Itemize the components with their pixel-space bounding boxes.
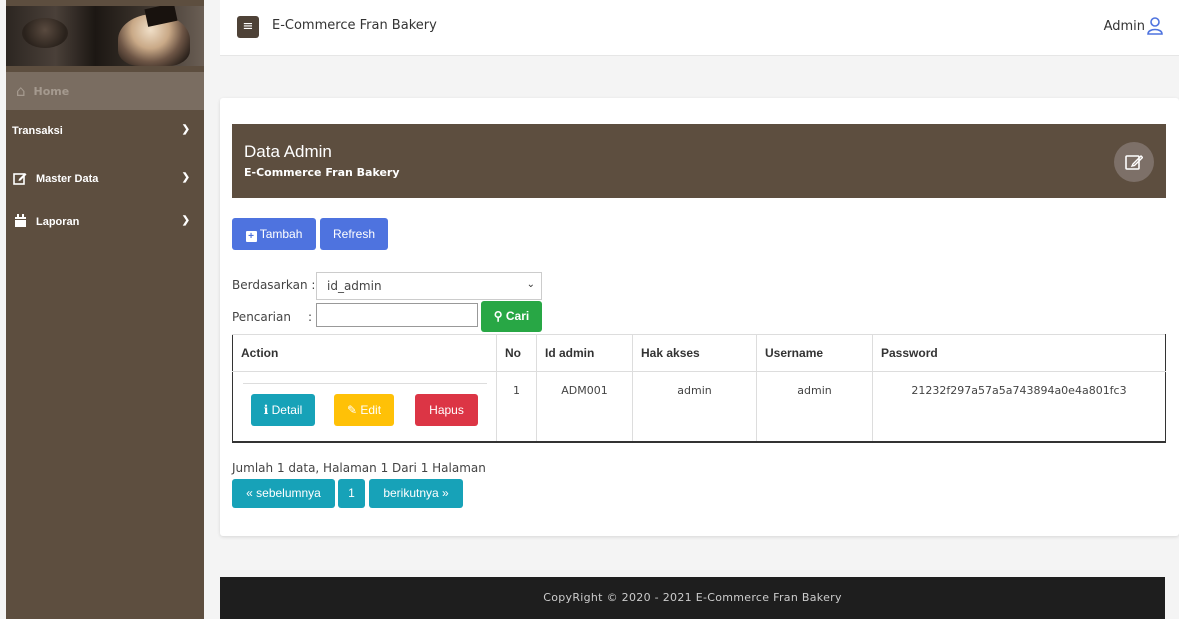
page-subtitle: E-Commerce Fran Bakery [244,166,400,179]
search-label: Pencarian [232,310,291,324]
filter-by-value: id_admin [327,279,382,293]
cell-username: admin [756,371,873,443]
add-button-label: Tambah [259,227,303,241]
detail-button[interactable]: i Detail [251,394,315,426]
admin-table: Action No Id admin Hak akses Username Pa… [232,334,1166,443]
home-icon: ⌂ [16,82,26,100]
table-header-username: Username [756,334,873,372]
menu-toggle-button[interactable]: ≡ [237,16,259,38]
search-button-label: Cari [505,309,530,323]
table-header-action: Action [232,334,497,372]
chevron-down-icon: ❯ [181,172,190,183]
edit-button-label: Edit [360,403,382,417]
search-separator: : [308,310,313,324]
edit-icon: ✎ [346,403,358,417]
dessert-image-left [22,18,68,48]
next-page-button[interactable]: berikutnya » [369,479,463,508]
table-header-password: Password [872,334,1166,372]
sidebar-item-label: Laporan [36,216,80,228]
edit-button[interactable]: ✎ Edit [334,394,394,426]
info-icon: i [263,403,269,417]
sidebar-item-label: Home [33,84,70,98]
user-icon[interactable] [1147,17,1163,35]
sidebar-item-label: Transaksi [12,125,63,137]
prev-page-button[interactable]: « sebelumnya [232,479,335,508]
search-input[interactable] [316,303,478,327]
pagination-info: Jumlah 1 data, Halaman 1 Dari 1 Halaman [232,461,486,475]
page-title: Data Admin [244,142,332,161]
chevron-down-icon: ⌄ [526,279,535,290]
sidebar-item-master-data[interactable]: Master Data ❯ [6,164,204,194]
user-menu-label[interactable]: Admin [1104,19,1145,34]
table-header-no: No [496,334,537,372]
sidebar-item-home[interactable]: ⌂ Home [6,72,204,110]
brand-image [6,6,204,66]
sidebar-item-label: Master Data [36,173,99,185]
filter-by-label: Berdasarkan : [232,278,316,292]
table-row: i Detail ✎ Edit Hapus 1 ADM001 admin adm… [232,371,1166,443]
detail-button-label: Detail [271,403,303,417]
table-header-id-admin: Id admin [536,334,633,372]
chevron-down-icon: ❯ [181,215,190,226]
edit-icon [12,171,28,188]
topbar: ≡ E-Commerce Fran Bakery Admin [220,0,1179,56]
cell-id-admin: ADM001 [536,371,633,443]
chevron-down-icon: ❯ [181,124,190,135]
sidebar-item-transaksi[interactable]: Transaksi ❯ [6,116,204,146]
divider [243,383,487,384]
refresh-button[interactable]: Refresh [320,218,388,250]
cell-no: 1 [496,371,537,443]
footer: CopyRight © 2020 - 2021 E-Commerce Fran … [220,577,1165,619]
search-button[interactable]: ⚲ Cari [481,301,542,332]
add-button[interactable]: + Tambah [232,218,316,250]
edit-icon [1114,142,1154,182]
calendar-icon [12,213,28,231]
plus-square-icon: + [245,231,257,242]
cell-hak-akses: admin [632,371,757,443]
search-icon: ⚲ [493,309,503,323]
sidebar-item-laporan[interactable]: Laporan ❯ [6,207,204,237]
app-title: E-Commerce Fran Bakery [272,18,437,33]
sidebar: ⌂ Home Transaksi ❯ Master Data ❯ Laporan… [6,0,204,619]
page-header: Data Admin E-Commerce Fran Bakery [232,124,1166,198]
page-1-button[interactable]: 1 [338,479,365,508]
delete-button[interactable]: Hapus [415,394,478,426]
action-cell: i Detail ✎ Edit Hapus [232,371,497,443]
filter-by-select[interactable]: id_admin ⌄ [316,272,542,300]
content-card: Data Admin E-Commerce Fran Bakery + Tamb… [220,98,1179,536]
cell-password: 21232f297a57a5a743894a0e4a801fc3 [872,371,1166,443]
table-header-hak-akses: Hak akses [632,334,757,372]
